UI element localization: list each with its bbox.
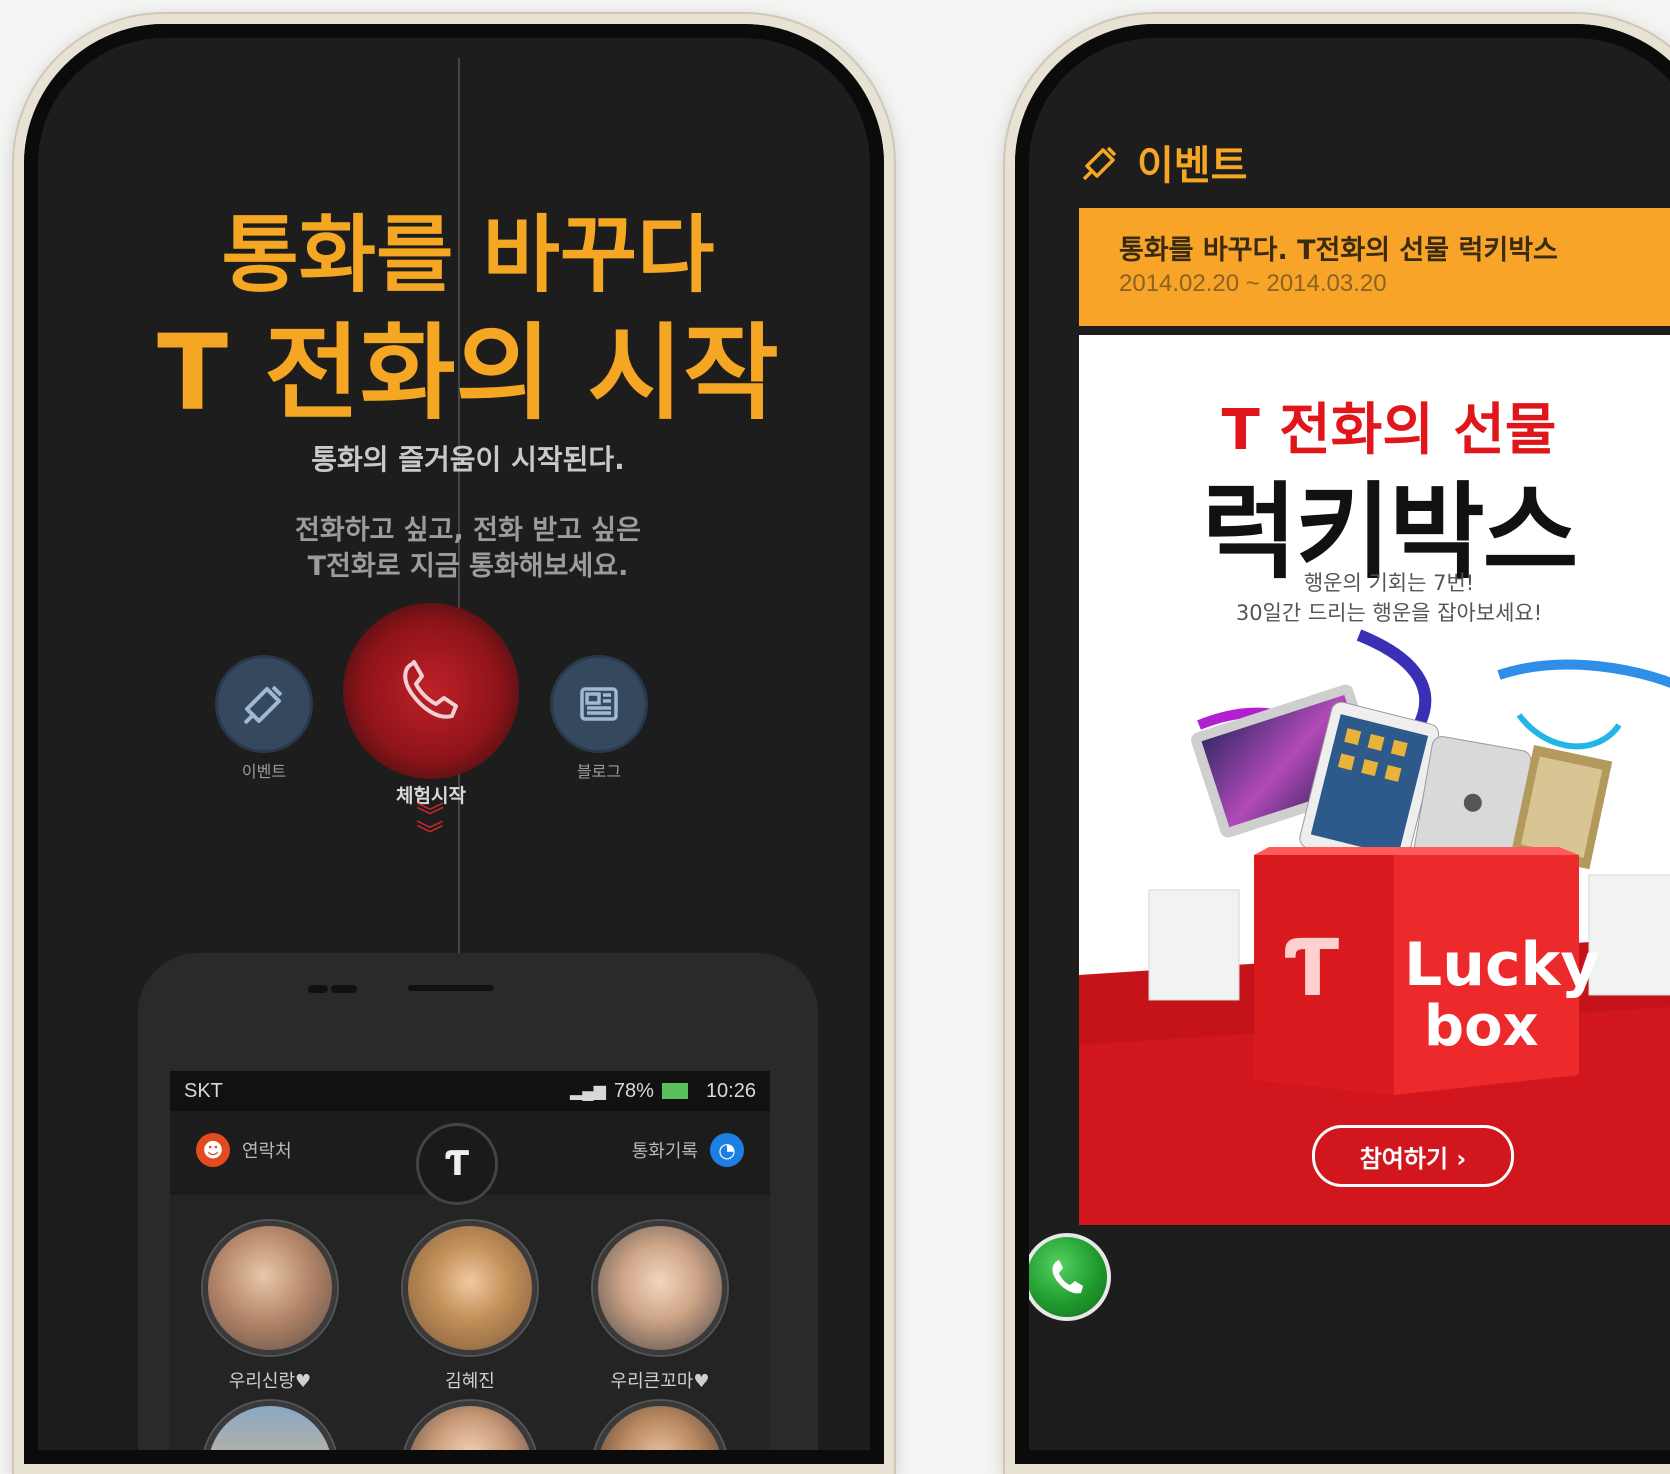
left-phone-screen: 통화를 바꾸다 T 전화의 시작 통화의 즐거움이 시작된다. 전화하고 싶고,… [24, 24, 884, 1464]
t-logo-button[interactable]: Ƭ [416, 1123, 498, 1205]
description-line2: T전화로 지금 통화해보세요. [307, 551, 629, 582]
left-phone-frame: 통화를 바꾸다 T 전화의 시작 통화의 즐거움이 시작된다. 전화하고 싶고,… [14, 14, 894, 1474]
contact-person-icon: ☻ [196, 1133, 230, 1167]
tab-call-log-label: 통화기록 [631, 1141, 698, 1162]
banner-date: 2014.02.20 ~ 2014.03.20 [1119, 270, 1387, 297]
avatar [593, 1401, 727, 1450]
avatar [403, 1401, 537, 1450]
phone-icon [1052, 1260, 1083, 1294]
app-top-bar: ☻ 연락처 Ƭ 통화기록 ◔ [170, 1111, 770, 1205]
clock-time: 10:26 [705, 1079, 756, 1102]
promo-card[interactable]: T 전화의 선물 럭키박스 행운의 기회는 7번! 30일간 드리는 행운을 잡… [1079, 335, 1670, 1225]
t-logo-icon: Ƭ [444, 1144, 470, 1184]
tab-call-log[interactable]: 통화기록 ◔ [632, 1133, 744, 1167]
subtitle: 통화의 즐거움이 시작된다. [311, 443, 625, 476]
status-bar: SKT ▂▄▆ 78% 10:26 [170, 1071, 770, 1111]
headline-line2: T 전화의 시작 [157, 312, 779, 434]
avatar [203, 1401, 337, 1450]
phone-icon [403, 660, 458, 719]
join-button[interactable]: 참여하기 › [1312, 1125, 1514, 1187]
event-title: 이벤트 [1137, 143, 1248, 189]
contact-item[interactable] [590, 1401, 730, 1450]
box-text: box [1424, 994, 1539, 1059]
blog-button[interactable] [553, 658, 645, 750]
lucky-text: Lucky [1404, 930, 1600, 1000]
contact-item[interactable] [200, 1401, 340, 1450]
camera-dot [308, 985, 328, 993]
inner-phone-mockup: SKT ▂▄▆ 78% 10:26 ☻ 연락처 Ƭ 통화기록 ◔ 우리신랑♥ 김… [138, 953, 818, 1450]
right-phone-frame: 이벤트 통화를 바꾸다. T전화의 선물 럭키박스 2014.02.20 ~ 2… [1005, 14, 1670, 1474]
carrier-label: SKT [184, 1079, 223, 1102]
event-banner[interactable]: 통화를 바꾸다. T전화의 선물 럭키박스 2014.02.20 ~ 2014.… [1079, 208, 1670, 326]
newspaper-icon [580, 687, 618, 721]
megaphone-icon [243, 685, 283, 725]
contact-name: 우리신랑♥ [228, 1371, 312, 1392]
tab-contacts[interactable]: ☻ 연락처 [196, 1133, 292, 1167]
banner-title: 통화를 바꾸다. T전화의 선물 럭키박스 [1119, 235, 1558, 266]
avatar [593, 1221, 727, 1355]
contact-item[interactable]: 우리신랑♥ [200, 1221, 340, 1393]
promo-line1: 행운의 기회는 7번! [1303, 571, 1475, 595]
sensor [331, 985, 357, 993]
contact-item[interactable]: 김혜진 [400, 1221, 540, 1393]
avatar [403, 1221, 537, 1355]
inner-phone-screen: SKT ▂▄▆ 78% 10:26 ☻ 연락처 Ƭ 통화기록 ◔ 우리신랑♥ 김… [170, 1071, 770, 1450]
event-button-label: 이벤트 [241, 762, 287, 781]
start-trial-button[interactable] [343, 603, 519, 779]
chevron-down-icon: ︾ ︾ [416, 800, 445, 851]
contact-name: 우리큰꼬마♥ [610, 1371, 710, 1392]
tab-contacts-label: 연락처 [242, 1141, 292, 1162]
contact-item[interactable]: 우리큰꼬마♥ [590, 1221, 730, 1393]
battery-percent: 78% [613, 1079, 654, 1102]
battery-icon [661, 1083, 688, 1099]
signal-icon: ▂▄▆ [569, 1083, 606, 1100]
right-phone-screen: 이벤트 통화를 바꾸다. T전화의 선물 럭키박스 2014.02.20 ~ 2… [1015, 24, 1670, 1464]
event-page-header: 이벤트 [1079, 133, 1247, 191]
event-button[interactable] [218, 658, 310, 750]
avatar [203, 1221, 337, 1355]
blog-button-label: 블로그 [576, 762, 622, 781]
contact-item[interactable] [400, 1401, 540, 1450]
megaphone-icon [1082, 146, 1117, 181]
call-fab-button[interactable] [1029, 1233, 1111, 1321]
contact-name: 김혜진 [445, 1371, 495, 1392]
speaker-slot [408, 985, 494, 991]
svg-text:Ƭ: Ƭ [1284, 924, 1339, 1014]
description-line1: 전화하고 싶고, 전화 받고 싶은 [295, 515, 641, 546]
clock-icon: ◔ [710, 1133, 744, 1167]
